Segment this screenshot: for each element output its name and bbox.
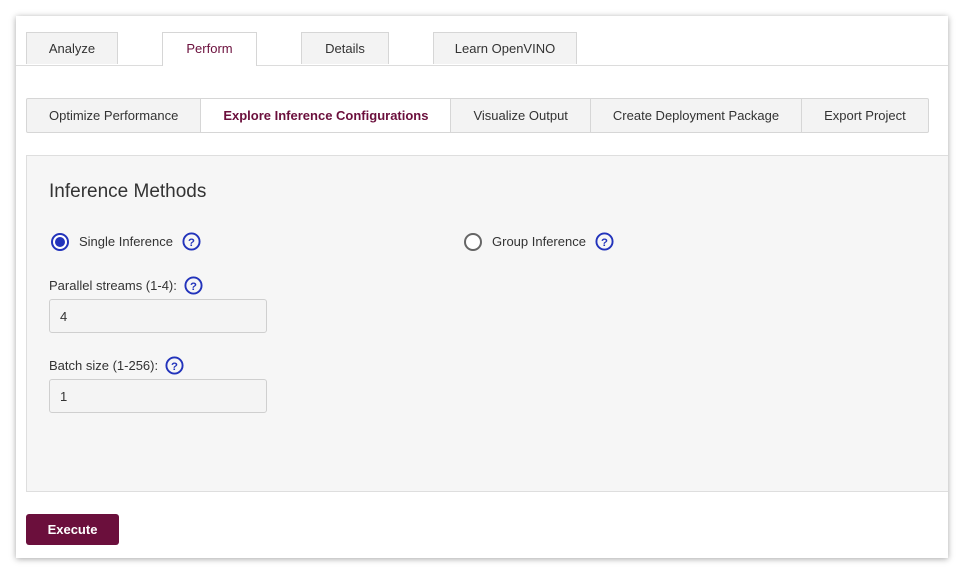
execute-button[interactable]: Execute (26, 514, 119, 545)
tab-perform[interactable]: Perform (162, 32, 257, 66)
batch-size-label: Batch size (1-256): (49, 358, 159, 373)
help-icon[interactable]: ? (595, 232, 614, 251)
parallel-streams-input[interactable] (49, 299, 267, 333)
tab-analyze[interactable]: Analyze (26, 32, 118, 64)
group-inference-label: Group Inference (492, 234, 586, 249)
group-inference-option[interactable]: Group Inference ? (464, 232, 614, 251)
svg-text:?: ? (190, 281, 197, 293)
inference-methods-panel: Inference Methods Single Inference ? Gro… (26, 155, 948, 492)
batch-size-label-row: Batch size (1-256): ? (49, 356, 184, 375)
subtab-export-project[interactable]: Export Project (802, 99, 928, 132)
help-icon[interactable]: ? (182, 232, 201, 251)
subtab-explore-inference-configurations[interactable]: Explore Inference Configurations (201, 99, 452, 132)
top-tab-bar: Analyze Perform Details Learn OpenVINO (16, 16, 948, 66)
tab-details[interactable]: Details (301, 32, 389, 64)
parallel-streams-label: Parallel streams (1-4): (49, 278, 177, 293)
svg-text:?: ? (601, 237, 608, 249)
app-frame: Analyze Perform Details Learn OpenVINO O… (16, 16, 948, 558)
group-inference-radio[interactable] (464, 232, 482, 251)
subtab-optimize-performance[interactable]: Optimize Performance (27, 99, 202, 132)
subtab-visualize-output[interactable]: Visualize Output (451, 99, 591, 132)
single-inference-label: Single Inference (79, 234, 173, 249)
svg-text:?: ? (188, 237, 195, 249)
parallel-streams-label-row: Parallel streams (1-4): ? (49, 276, 203, 295)
help-icon[interactable]: ? (184, 276, 203, 295)
help-icon[interactable]: ? (165, 356, 184, 375)
batch-size-input[interactable] (49, 379, 267, 413)
panel-title: Inference Methods (49, 181, 207, 202)
sub-tab-bar: Optimize Performance Explore Inference C… (26, 98, 929, 133)
tab-learn-openvino[interactable]: Learn OpenVINO (433, 32, 577, 64)
subtab-create-deployment-package[interactable]: Create Deployment Package (591, 99, 803, 132)
single-inference-option[interactable]: Single Inference ? (51, 232, 201, 251)
svg-text:?: ? (171, 361, 178, 373)
single-inference-radio[interactable] (51, 232, 69, 251)
